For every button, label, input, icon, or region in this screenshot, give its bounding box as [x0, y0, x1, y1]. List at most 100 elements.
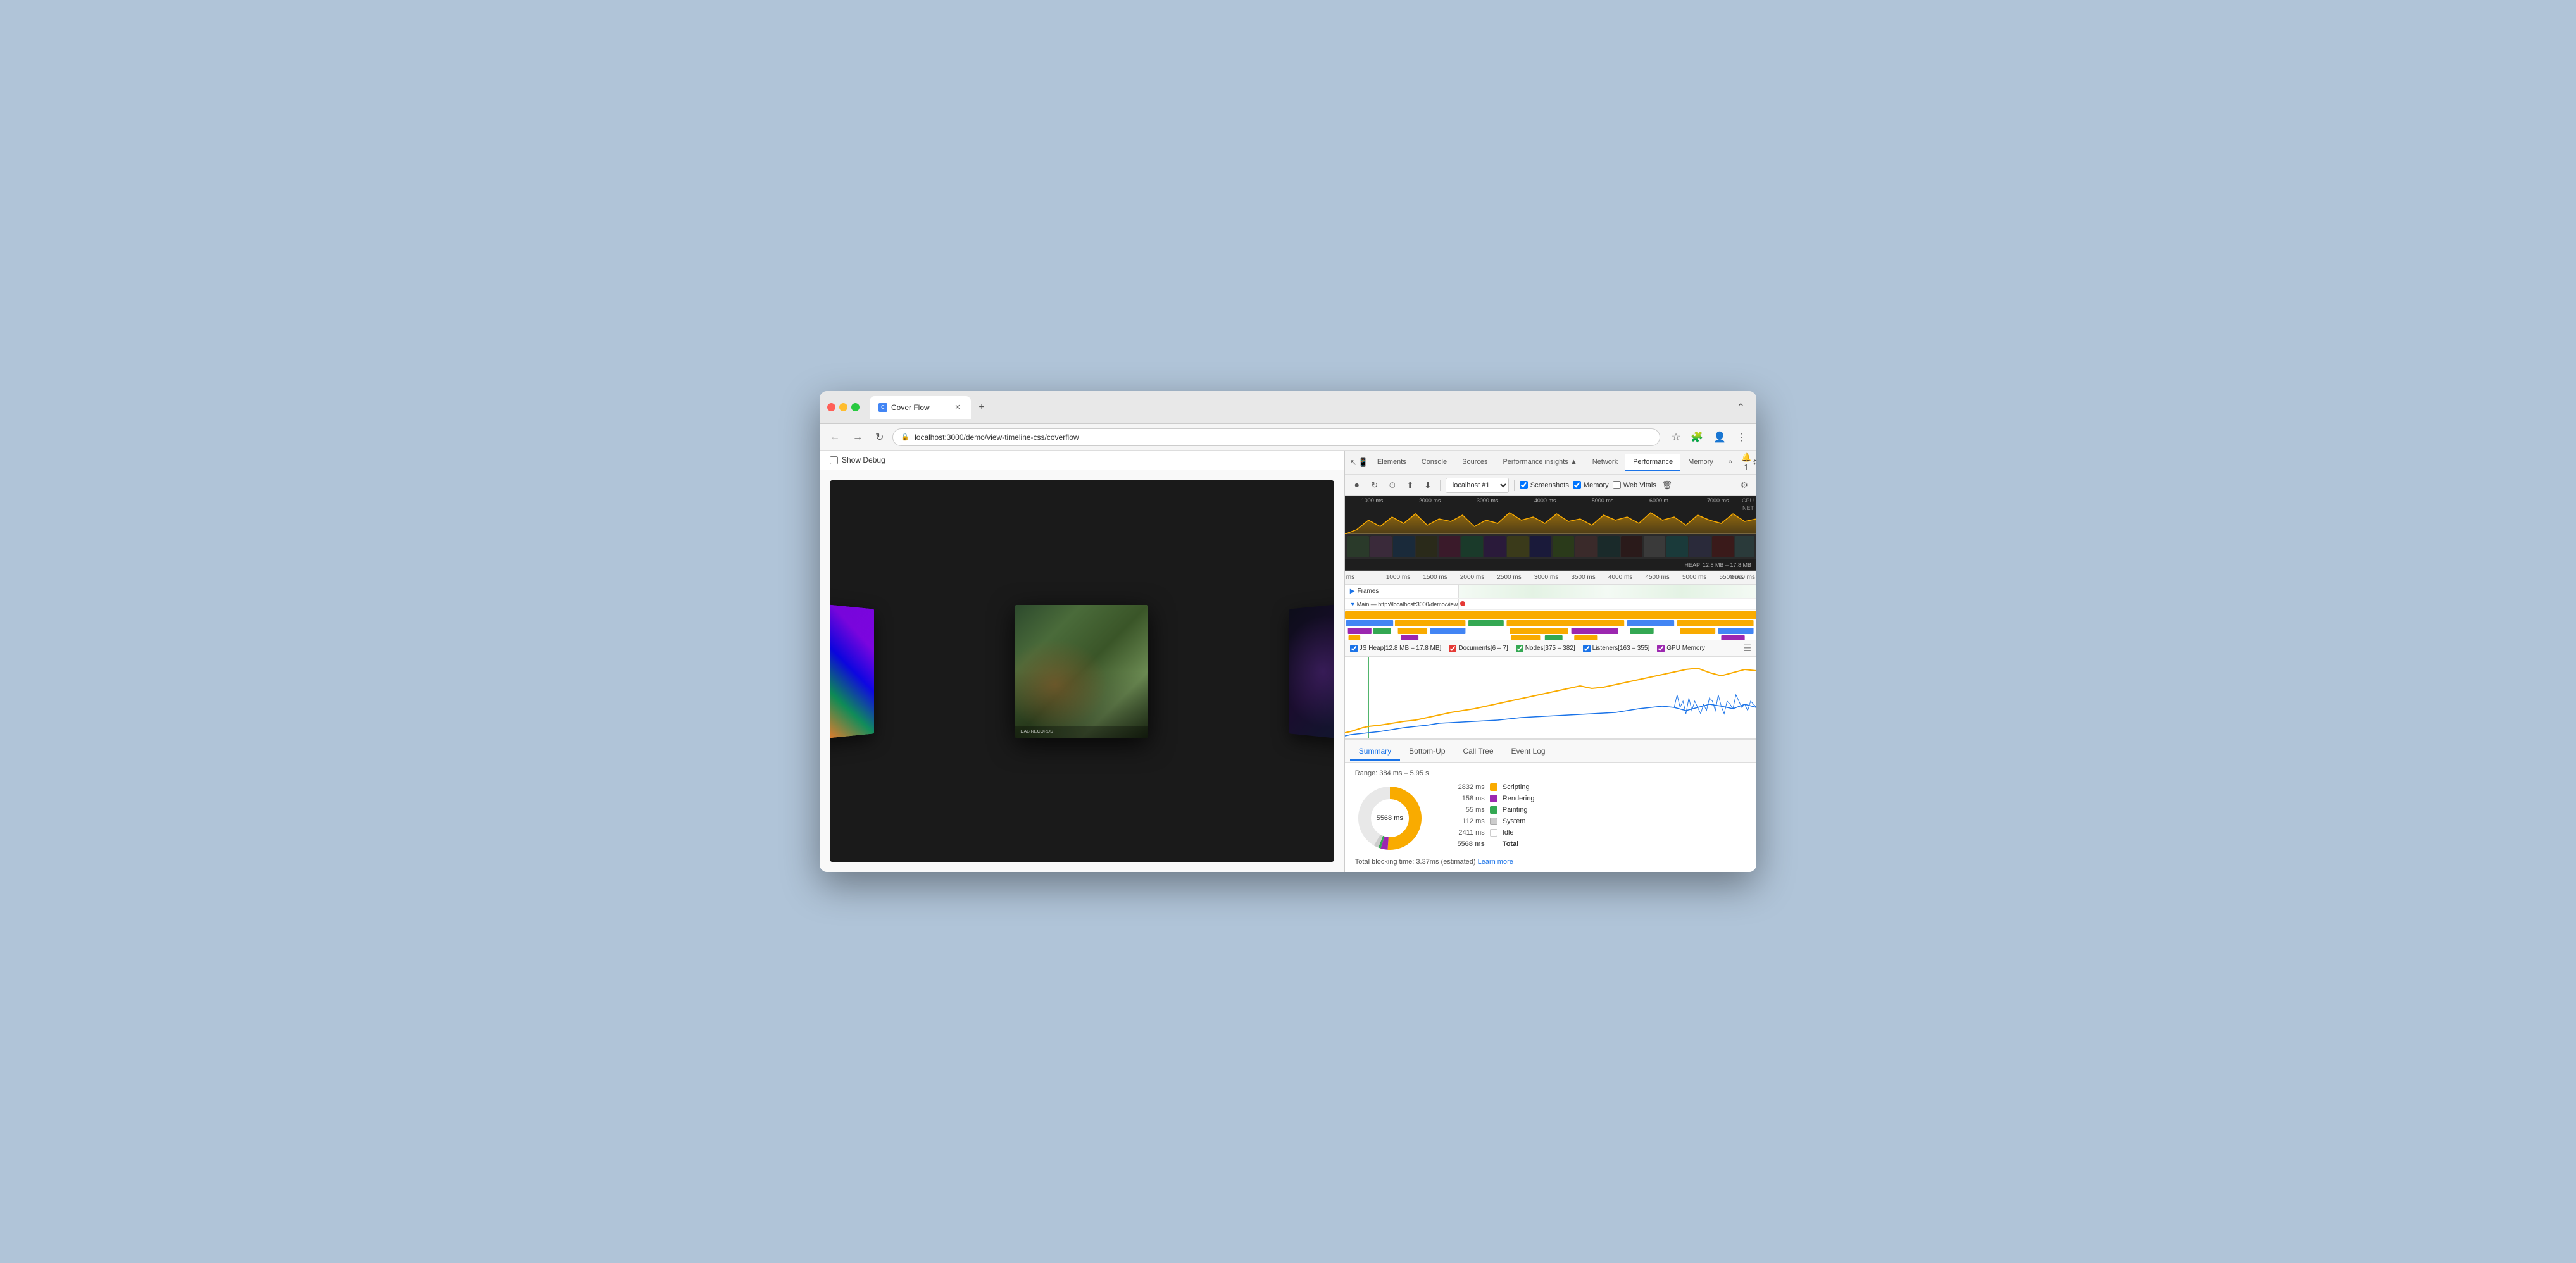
close-button[interactable] — [827, 403, 835, 411]
listeners-label: Listeners[163 – 355] — [1592, 645, 1650, 652]
thumb-2 — [1370, 536, 1392, 557]
screenshots-label: Screenshots — [1530, 482, 1569, 489]
tab-more[interactable]: » — [1721, 454, 1740, 471]
ruler2-ms: ms — [1346, 574, 1354, 581]
ruler2-2000: 2000 ms — [1460, 574, 1484, 581]
memory-graph-svg — [1345, 657, 1756, 739]
browser-tab[interactable]: C Cover Flow ✕ — [870, 396, 971, 419]
memory-graph[interactable] — [1345, 657, 1756, 739]
settings-btn[interactable]: ⚙ — [1753, 456, 1756, 470]
thumb-11 — [1575, 536, 1597, 557]
call-tree-tab[interactable]: Call Tree — [1454, 743, 1503, 761]
minimize-button[interactable] — [839, 403, 847, 411]
maximize-button[interactable] — [851, 403, 860, 411]
legend-total: 5568 ms Total — [1450, 840, 1746, 848]
listeners-checkbox[interactable] — [1583, 645, 1591, 652]
album-card-center[interactable]: DAB RECORDS — [1015, 605, 1148, 738]
page-area: Show Debug DAB RECORDS — [820, 451, 1344, 872]
download-btn[interactable]: ⬇ — [1421, 478, 1435, 492]
timer-btn[interactable]: ⏱ — [1385, 478, 1399, 492]
back-button[interactable]: ← — [826, 429, 844, 445]
bookmark-button[interactable]: ☆ — [1668, 428, 1684, 446]
idle-ms: 2411 ms — [1450, 829, 1485, 837]
total-label: Total — [1503, 840, 1518, 848]
ruler2-1000: 1000 ms — [1386, 574, 1410, 581]
forward-button[interactable]: → — [849, 429, 866, 445]
gpu-memory-label: GPU Memory — [1666, 645, 1705, 652]
timeline-ruler2: ms 1000 ms 1500 ms 2000 ms 2500 ms 3000 … — [1345, 571, 1756, 585]
timeline-overview[interactable]: 1000 ms 2000 ms 3000 ms 4000 ms 5000 ms … — [1345, 496, 1756, 534]
total-ms: 5568 ms — [1450, 840, 1485, 848]
album-card-left[interactable] — [830, 600, 874, 742]
donut-chart: 5568 ms — [1355, 783, 1425, 853]
tab-console[interactable]: Console — [1414, 454, 1454, 471]
tab-memory[interactable]: Memory — [1680, 454, 1721, 471]
js-heap-label: JS Heap[12.8 MB – 17.8 MB] — [1360, 645, 1442, 652]
main-label[interactable]: ▼ Main — http://localhost:3000/demo/view… — [1345, 599, 1459, 609]
gpu-memory-checkbox[interactable] — [1657, 645, 1665, 652]
scrollbar-placeholder: ☰ — [1743, 643, 1751, 654]
devtools-select-btn[interactable]: ↖ — [1350, 456, 1357, 470]
bottom-up-tab[interactable]: Bottom-Up — [1400, 743, 1454, 761]
new-tab-button[interactable]: + — [973, 399, 990, 416]
page-toolbar: Show Debug — [820, 451, 1344, 470]
tab-performance[interactable]: Performance — [1625, 454, 1680, 471]
memory-checkboxes: JS Heap[12.8 MB – 17.8 MB] Documents[6 –… — [1345, 640, 1756, 657]
address-bar[interactable]: 🔒 localhost:3000/demo/view-timeline-css/… — [892, 428, 1660, 446]
clear-btn[interactable]: 🗑 — [1660, 478, 1674, 492]
screenshots-checkbox[interactable] — [1520, 481, 1528, 489]
tab-performance-insights[interactable]: Performance insights ▲ — [1495, 454, 1584, 471]
show-debug-checkbox[interactable] — [830, 456, 838, 464]
cpu-waveform — [1345, 507, 1756, 534]
thumb-4 — [1416, 536, 1437, 557]
tab-close-button[interactable]: ✕ — [953, 403, 962, 412]
flame-chart[interactable] — [1345, 610, 1756, 640]
menu-button[interactable]: ⋮ — [1732, 428, 1750, 446]
record-btn[interactable]: ⏺ — [1350, 478, 1364, 492]
tracks-area: ▶ Frames ▼ Main — http://localhost:3000/… — [1345, 585, 1756, 640]
devtools-device-btn[interactable]: 📱 — [1358, 456, 1368, 470]
painting-label: Painting — [1503, 806, 1528, 814]
system-ms: 112 ms — [1450, 818, 1485, 825]
listeners-checkbox-group: Listeners[163 – 355] — [1583, 645, 1650, 652]
webvitals-checkbox[interactable] — [1613, 481, 1621, 489]
learn-more-link[interactable]: Learn more — [1478, 858, 1513, 866]
memory-checkbox[interactable] — [1573, 481, 1581, 489]
profile-button[interactable]: 👤 — [1710, 428, 1730, 446]
upload-btn[interactable]: ⬆ — [1403, 478, 1417, 492]
nodes-label: Nodes[375 – 382] — [1525, 645, 1575, 652]
thumbnails-row — [1345, 534, 1756, 559]
documents-checkbox[interactable] — [1449, 645, 1456, 652]
notifications-btn[interactable]: 🔔 1 — [1741, 456, 1751, 470]
js-heap-checkbox[interactable] — [1350, 645, 1358, 652]
ruler-mark-7000: 7000 ms — [1707, 497, 1729, 504]
frames-label[interactable]: ▶ Frames — [1345, 585, 1459, 598]
reload-btn[interactable]: ↻ — [1368, 478, 1382, 492]
tab-sources[interactable]: Sources — [1454, 454, 1495, 471]
show-debug-label[interactable]: Show Debug — [830, 456, 885, 464]
summary-legend: 2832 ms Scripting 158 ms Rendering 55 ms — [1450, 783, 1746, 848]
screenshots-checkbox-group: Screenshots — [1520, 481, 1569, 489]
tab-elements[interactable]: Elements — [1370, 454, 1414, 471]
painting-ms: 55 ms — [1450, 806, 1485, 814]
heap-label: HEAP — [1684, 562, 1700, 568]
summary-tab[interactable]: Summary — [1350, 743, 1400, 761]
bottom-content: Range: 384 ms – 5.95 s — [1345, 763, 1756, 872]
scripting-ms: 2832 ms — [1450, 783, 1485, 791]
extensions-button[interactable]: 🧩 — [1687, 428, 1707, 446]
tab-network[interactable]: Network — [1585, 454, 1625, 471]
event-log-tab[interactable]: Event Log — [1503, 743, 1554, 761]
window-collapse-button[interactable]: ⌃ — [1733, 399, 1749, 416]
cpu-label: CPU — [1742, 497, 1754, 504]
album-card-right[interactable] — [1289, 600, 1334, 742]
legend-idle: 2411 ms Idle — [1450, 829, 1746, 837]
nodes-checkbox[interactable] — [1516, 645, 1523, 652]
heap-value: 12.8 MB – 17.8 MB — [1703, 562, 1751, 568]
system-label: System — [1503, 818, 1526, 825]
refresh-button[interactable]: ↻ — [872, 428, 887, 446]
perf-settings-btn[interactable]: ⚙ — [1737, 478, 1751, 492]
profile-select[interactable]: localhost #1 — [1446, 478, 1509, 493]
url-display: localhost:3000/demo/view-timeline-css/co… — [915, 433, 1079, 442]
ruler2-3000: 3000 ms — [1534, 574, 1558, 581]
show-debug-text: Show Debug — [842, 456, 885, 464]
